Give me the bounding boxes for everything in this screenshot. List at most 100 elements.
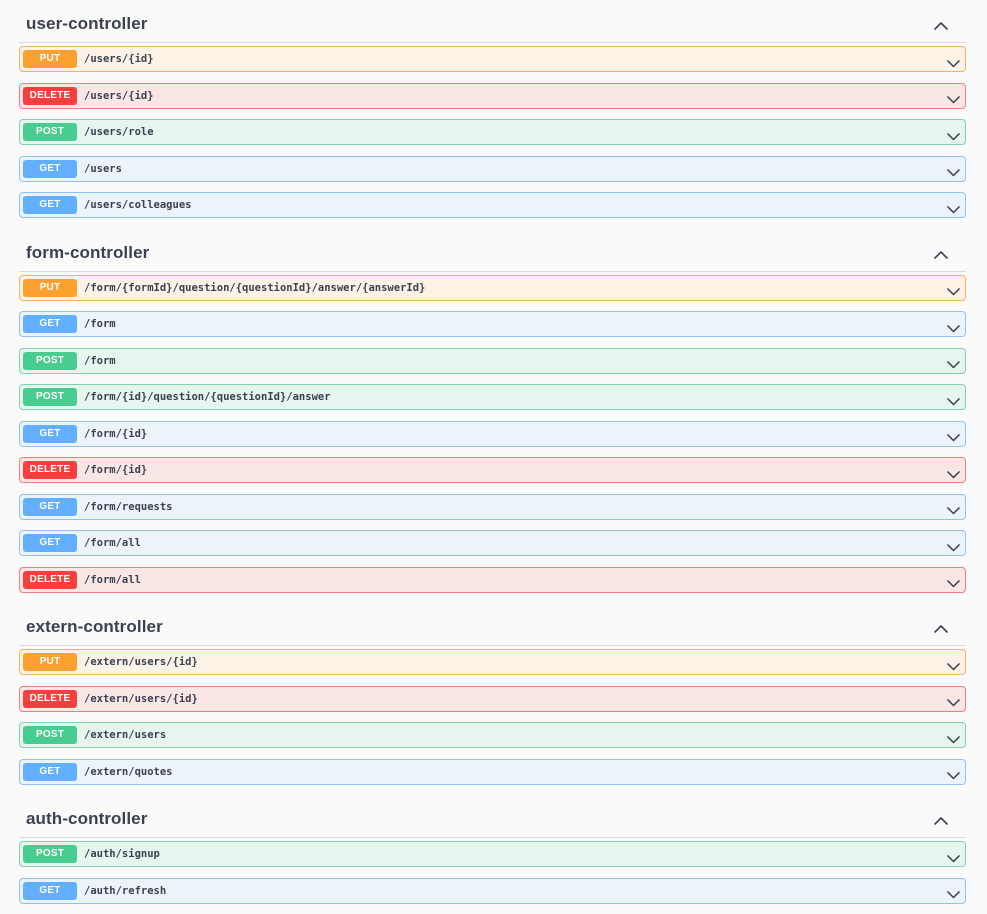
operation-expand-button[interactable]	[947, 539, 960, 551]
api-docs: user-controller PUT/users/{id} DELETE/user…	[19, 0, 966, 914]
method-badge: POST	[23, 388, 77, 406]
chevron-down-icon	[947, 543, 960, 551]
section-auth-controller: auth-controller POST/auth/signup GET/auth/…	[19, 795, 966, 904]
operation-get[interactable]: GET/form/all	[19, 530, 966, 556]
section-header[interactable]: user-controller	[19, 0, 966, 43]
operation-path: /users/role	[84, 126, 154, 138]
operation-get[interactable]: GET/auth/refresh	[19, 877, 966, 904]
method-badge: DELETE	[23, 570, 77, 589]
operation-post[interactable]: POST/users/role	[19, 119, 966, 145]
section-collapse-button[interactable]	[934, 812, 948, 825]
operation-expand-button[interactable]	[947, 393, 960, 405]
method-badge: PUT	[23, 50, 77, 68]
method-badge: POST	[23, 845, 77, 863]
operation-path: /form	[84, 318, 116, 330]
chevron-down-icon	[947, 397, 960, 405]
section-title: auth-controller	[26, 809, 148, 828]
chevron-down-icon	[947, 205, 960, 213]
chevron-down-icon	[947, 324, 960, 332]
operation-expand-button[interactable]	[947, 357, 960, 369]
operation-path: /form/requests	[84, 500, 173, 513]
operation-expand-button[interactable]	[947, 658, 960, 670]
operation-expand-button[interactable]	[947, 430, 960, 442]
method-badge: GET	[23, 534, 77, 552]
section-collapse-button[interactable]	[934, 620, 948, 633]
chevron-down-icon	[947, 132, 960, 140]
operation-expand-button[interactable]	[947, 887, 960, 899]
method-badge: GET	[23, 881, 77, 900]
operation-path: /auth/signup	[84, 848, 160, 860]
section-title: extern-controller	[26, 617, 163, 636]
section-header[interactable]: form-controller	[19, 229, 966, 272]
operation-expand-button[interactable]	[947, 284, 960, 296]
operation-path: /extern/quotes	[84, 765, 173, 778]
chevron-down-icon	[947, 470, 960, 478]
operation-expand-button[interactable]	[947, 466, 960, 478]
operation-path: /extern/users	[84, 729, 167, 741]
operation-path: /form/{id}/question/{questionId}/answer	[84, 391, 331, 403]
operation-put[interactable]: PUT/extern/users/{id}	[19, 649, 966, 675]
operation-expand-button[interactable]	[947, 55, 960, 67]
method-badge: GET	[23, 196, 77, 214]
operation-post[interactable]: POST/form	[19, 347, 966, 374]
chevron-down-icon	[947, 854, 960, 862]
operation-path: /users/{id}	[84, 53, 154, 65]
chevron-up-icon	[934, 22, 948, 30]
method-badge: POST	[23, 726, 77, 744]
method-badge: GET	[23, 315, 77, 333]
operation-path: /users/{id}	[84, 89, 154, 102]
operation-path: /extern/users/{id}	[84, 692, 198, 705]
method-badge: POST	[23, 123, 77, 141]
section-header[interactable]: auth-controller	[19, 795, 966, 838]
operation-path: /extern/users/{id}	[84, 656, 198, 668]
operation-expand-button[interactable]	[947, 731, 960, 743]
operation-expand-button[interactable]	[947, 92, 960, 104]
operation-get[interactable]: GET/extern/quotes	[19, 758, 966, 785]
operation-get[interactable]: GET/users	[19, 155, 966, 182]
chevron-down-icon	[947, 772, 960, 780]
section-header[interactable]: extern-controller	[19, 603, 966, 646]
chevron-down-icon	[947, 434, 960, 442]
operation-expand-button[interactable]	[947, 320, 960, 332]
operation-delete[interactable]: DELETE/form/all	[19, 566, 966, 593]
chevron-down-icon	[947, 169, 960, 177]
chevron-down-icon	[947, 580, 960, 588]
operation-get[interactable]: GET/form/{id}	[19, 420, 966, 447]
operation-get[interactable]: GET/form	[19, 311, 966, 337]
operation-post[interactable]: POST/auth/signup	[19, 841, 966, 867]
operation-put[interactable]: PUT/users/{id}	[19, 46, 966, 72]
method-badge: DELETE	[23, 461, 77, 479]
operation-expand-button[interactable]	[947, 695, 960, 707]
chevron-down-icon	[947, 735, 960, 743]
section-collapse-button[interactable]	[934, 246, 948, 259]
method-badge: PUT	[23, 278, 77, 297]
operation-delete[interactable]: DELETE/extern/users/{id}	[19, 685, 966, 712]
section-collapse-button[interactable]	[934, 17, 948, 30]
chevron-down-icon	[947, 96, 960, 104]
section-title: user-controller	[26, 14, 148, 33]
operation-expand-button[interactable]	[947, 768, 960, 780]
operation-post[interactable]: POST/extern/users	[19, 722, 966, 748]
method-badge: POST	[23, 351, 77, 370]
chevron-down-icon	[947, 59, 960, 67]
chevron-down-icon	[947, 361, 960, 369]
operation-path: /form	[84, 354, 116, 367]
operation-post[interactable]: POST/form/{id}/question/{questionId}/ans…	[19, 384, 966, 410]
chevron-down-icon	[947, 699, 960, 707]
operation-expand-button[interactable]	[947, 201, 960, 213]
operation-expand-button[interactable]	[947, 850, 960, 862]
operation-expand-button[interactable]	[947, 165, 960, 177]
operation-expand-button[interactable]	[947, 576, 960, 588]
operation-path: /form/{id}	[84, 427, 148, 440]
operation-delete[interactable]: DELETE/users/{id}	[19, 82, 966, 109]
operation-expand-button[interactable]	[947, 128, 960, 140]
operation-expand-button[interactable]	[947, 503, 960, 515]
operation-delete[interactable]: DELETE/form/{id}	[19, 457, 966, 483]
operation-put[interactable]: PUT/form/{formId}/question/{questionId}/…	[19, 274, 966, 301]
chevron-down-icon	[947, 507, 960, 515]
operation-get[interactable]: GET/users/colleagues	[19, 192, 966, 218]
operation-path: /users	[84, 162, 122, 175]
section-extern-controller: extern-controller PUT/extern/users/{id} DE…	[19, 603, 966, 785]
operation-get[interactable]: GET/form/requests	[19, 493, 966, 520]
operation-path: /form/all	[84, 573, 141, 586]
